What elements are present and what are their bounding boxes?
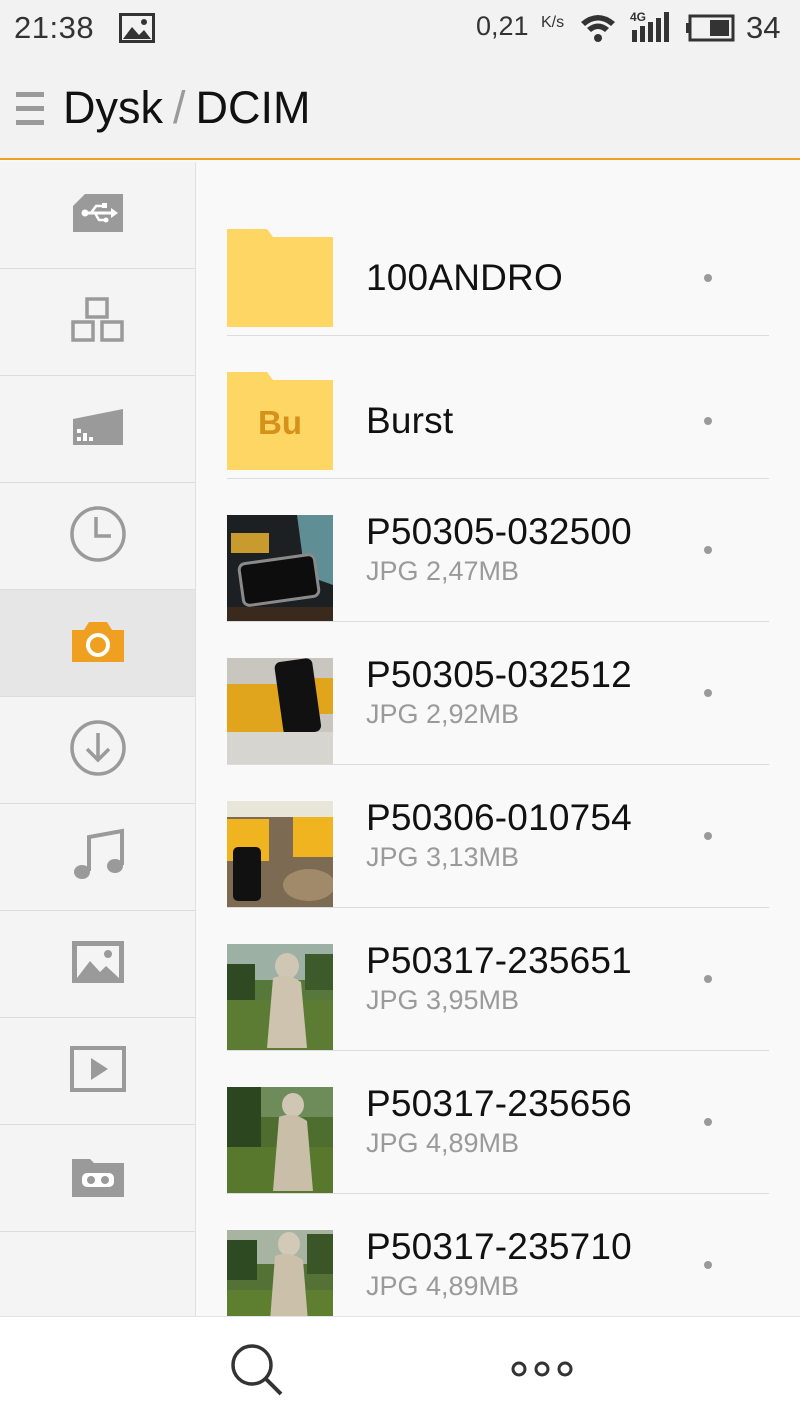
battery-icon xyxy=(686,14,736,47)
folder-icon xyxy=(227,229,333,335)
video-icon xyxy=(69,1045,126,1097)
row-menu-dot[interactable] xyxy=(704,417,712,425)
burst-folder-icon: Bu xyxy=(227,372,333,478)
file-name: P50305-032500 xyxy=(366,511,632,552)
image-icon xyxy=(70,939,126,990)
file-meta: JPG 4,89MB xyxy=(366,1128,520,1158)
sidebar-item-images[interactable] xyxy=(0,911,195,1018)
file-name: P50317-235651 xyxy=(366,940,632,981)
photo-thumbnail xyxy=(227,515,333,621)
breadcrumb-current: DCIM xyxy=(195,82,311,133)
breadcrumb-root[interactable]: Dysk xyxy=(63,82,163,133)
row-menu-dot[interactable] xyxy=(704,546,712,554)
burst-folder-badge: Bu xyxy=(258,404,302,441)
file-row-image[interactable]: P50317-235651 JPG 3,95MB xyxy=(227,908,769,1051)
wifi-icon xyxy=(579,12,617,49)
sidebar-item-vr[interactable] xyxy=(0,1125,195,1232)
sidebar-item-apps[interactable] xyxy=(0,269,195,376)
file-name: P50306-010754 xyxy=(366,797,632,838)
network-speed-unit: K/s xyxy=(541,14,565,31)
photo-thumbnail xyxy=(227,1087,333,1193)
file-name: P50305-032512 xyxy=(366,654,632,695)
music-icon xyxy=(70,827,126,888)
row-menu-dot[interactable] xyxy=(704,689,712,697)
photo-thumbnail xyxy=(227,944,333,1050)
file-name: Burst xyxy=(366,400,454,441)
row-menu-dot[interactable] xyxy=(704,975,712,983)
network-speed: 0,21 xyxy=(476,11,529,41)
file-meta: JPG 4,89MB xyxy=(366,1271,520,1301)
file-row-burst[interactable]: Bu Burst xyxy=(227,336,769,479)
file-name: 100ANDRO xyxy=(366,257,563,298)
category-sidebar xyxy=(0,162,196,1316)
usb-icon xyxy=(71,192,125,239)
sidebar-item-downloads[interactable] xyxy=(0,697,195,804)
row-menu-dot[interactable] xyxy=(704,1118,712,1126)
gallery-notification-icon xyxy=(119,13,155,48)
file-meta: JPG 2,47MB xyxy=(366,556,520,586)
battery-level: 34 xyxy=(746,10,781,45)
sidebar-item-camera[interactable] xyxy=(0,590,195,697)
vr-folder-icon xyxy=(70,1153,126,1204)
sidebar-item-recent[interactable] xyxy=(0,483,195,590)
more-options-icon[interactable] xyxy=(511,1361,573,1382)
file-meta: JPG 3,13MB xyxy=(366,842,520,872)
menu-icon[interactable] xyxy=(16,92,44,131)
status-bar: 21:38 0,21 K/s 4G 34 xyxy=(0,0,800,58)
apps-icon xyxy=(70,296,125,348)
file-row-100andro[interactable]: 100ANDRO xyxy=(227,193,769,336)
download-icon xyxy=(69,719,127,782)
file-row-image[interactable]: P50305-032500 JPG 2,47MB xyxy=(227,479,769,622)
camera-icon xyxy=(70,618,126,669)
file-row-image[interactable]: P50317-235710 JPG 4,89MB xyxy=(227,1194,769,1316)
photo-thumbnail xyxy=(227,1230,333,1316)
row-menu-dot[interactable] xyxy=(704,274,712,282)
app-header: Dysk / DCIM xyxy=(0,58,800,160)
sidebar-item-videos[interactable] xyxy=(0,1018,195,1125)
file-name: P50317-235656 xyxy=(366,1083,632,1124)
file-list: 100ANDRO Bu Burst P50305-032500 JPG 2,47… xyxy=(196,162,800,1316)
sidebar-item-sd-card[interactable] xyxy=(0,376,195,483)
cell-signal-icon: 4G xyxy=(630,10,672,49)
file-row-image[interactable]: P50317-235656 JPG 4,89MB xyxy=(227,1051,769,1194)
bottom-toolbar xyxy=(0,1316,800,1422)
sd-card-icon xyxy=(71,407,125,452)
row-menu-dot[interactable] xyxy=(704,1261,712,1269)
sidebar-item-music[interactable] xyxy=(0,804,195,911)
photo-thumbnail xyxy=(227,658,333,764)
file-row-image[interactable]: P50305-032512 JPG 2,92MB xyxy=(227,622,769,765)
file-meta: JPG 3,95MB xyxy=(366,985,520,1015)
file-meta: JPG 2,92MB xyxy=(366,699,520,729)
photo-thumbnail xyxy=(227,801,333,907)
svg-text:4G: 4G xyxy=(630,10,646,24)
clock-icon xyxy=(69,505,127,568)
search-icon[interactable] xyxy=(230,1343,284,1402)
status-time: 21:38 xyxy=(14,10,95,45)
sidebar-item-usb[interactable] xyxy=(0,162,195,269)
file-row-image[interactable]: P50306-010754 JPG 3,13MB xyxy=(227,765,769,908)
breadcrumb: Dysk / DCIM xyxy=(63,82,311,134)
row-menu-dot[interactable] xyxy=(704,832,712,840)
breadcrumb-separator: / xyxy=(173,82,186,133)
file-name: P50317-235710 xyxy=(366,1226,632,1267)
